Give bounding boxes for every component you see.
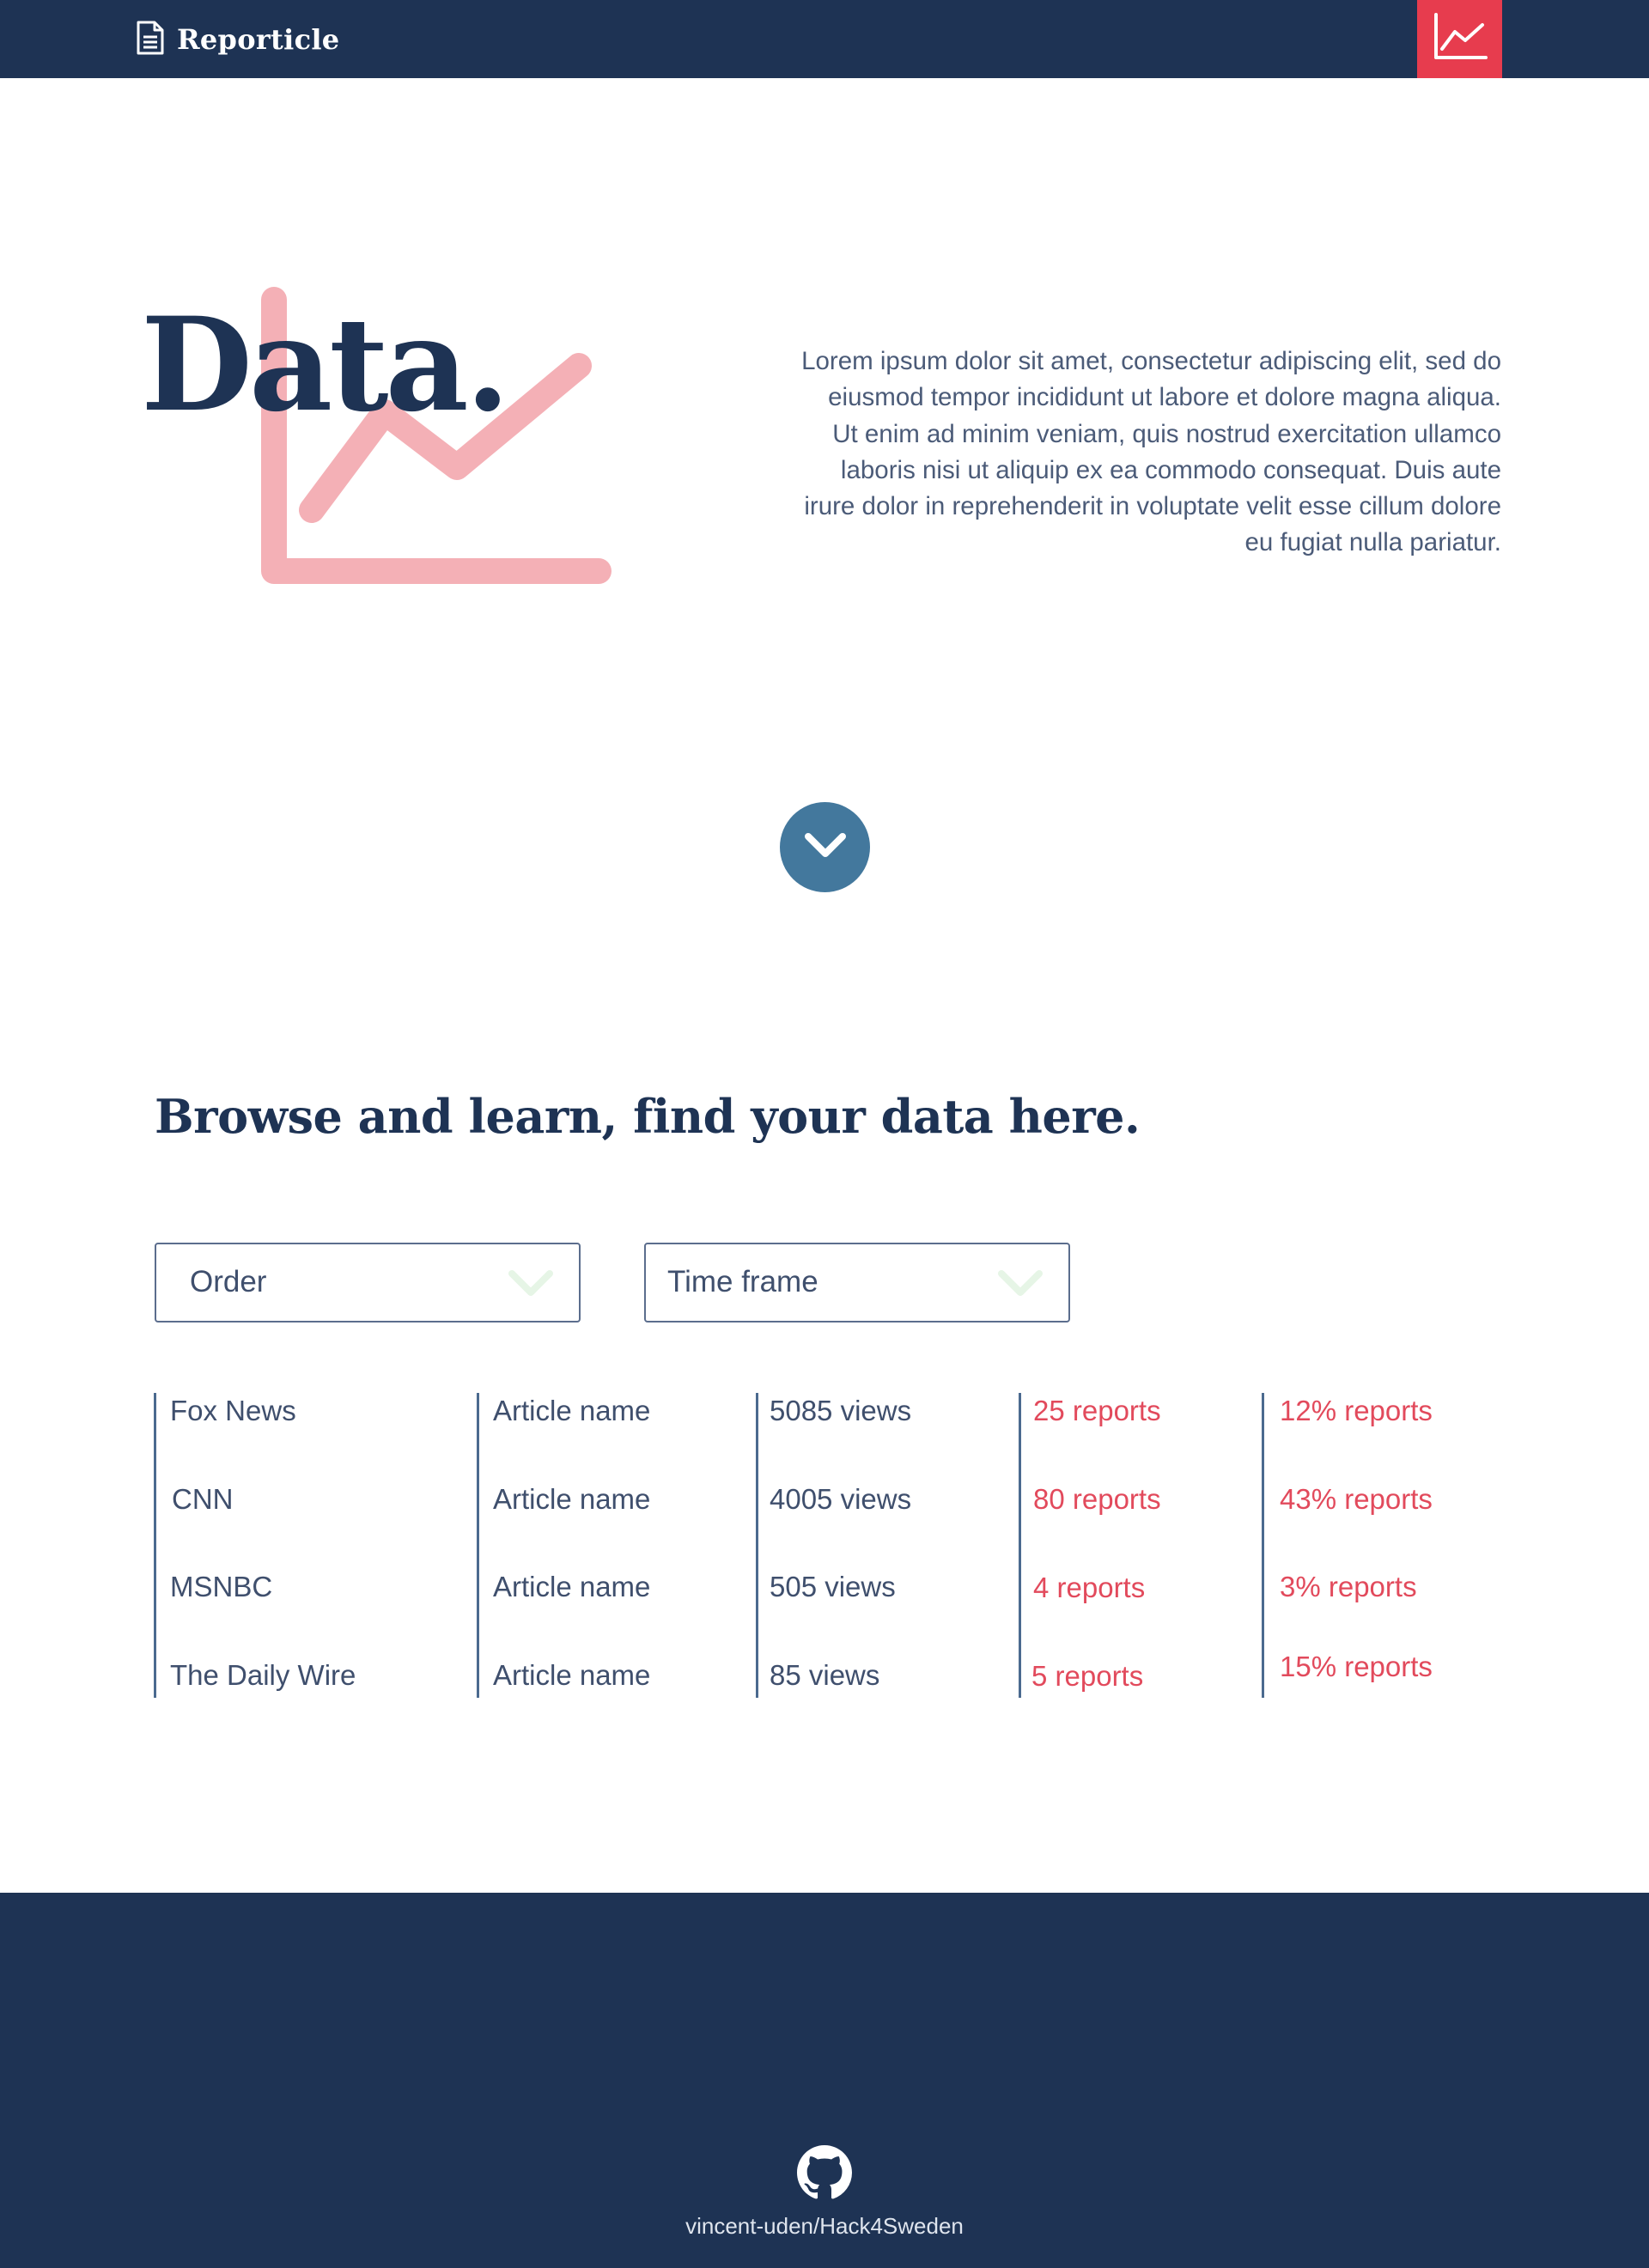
table-cell-views: 5085 views: [770, 1395, 912, 1426]
table-cell-views: 505 views: [770, 1571, 896, 1602]
order-select[interactable]: Order: [155, 1243, 581, 1322]
document-icon: [136, 21, 165, 59]
table-cell-reports: 4 reports: [1033, 1572, 1146, 1603]
browse-heading: Browse and learn, find your data here.: [155, 1089, 1141, 1144]
table-cell-percent: 15% reports: [1280, 1651, 1433, 1682]
table-cell-article[interactable]: Article name: [493, 1483, 650, 1516]
brand-link[interactable]: Reporticle: [136, 19, 339, 60]
table-cell-article[interactable]: Article name: [493, 1395, 650, 1427]
table-cell-article[interactable]: Article name: [493, 1659, 650, 1692]
table-cell-percent: 12% reports: [1280, 1395, 1433, 1426]
chart-nav-button[interactable]: [1417, 0, 1502, 78]
column-divider-article: [477, 1393, 479, 1698]
table-cell-reports: 80 reports: [1033, 1483, 1161, 1515]
table-cell-views: 85 views: [770, 1659, 880, 1691]
table-cell-source: CNN: [172, 1483, 234, 1515]
column-divider-reports: [1019, 1393, 1021, 1698]
timeframe-select-label: Time frame: [667, 1265, 818, 1298]
chevron-down-icon: [996, 1265, 1044, 1304]
table-cell-source: MSNBC: [170, 1571, 273, 1602]
timeframe-select[interactable]: Time frame: [644, 1243, 1070, 1322]
table-cell-reports: 25 reports: [1033, 1395, 1161, 1426]
table-cell-source: Fox News: [170, 1395, 296, 1426]
chevron-down-icon: [801, 828, 849, 866]
table-cell-article[interactable]: Article name: [493, 1571, 650, 1603]
github-repo-link[interactable]: vincent-uden/Hack4Sweden: [0, 2213, 1649, 2240]
table-cell-views: 4005 views: [770, 1483, 912, 1515]
brand-name: Reporticle: [177, 23, 340, 56]
footer: [0, 1893, 1649, 2268]
column-divider-source: [154, 1393, 156, 1698]
top-navbar: Reporticle: [0, 0, 1649, 78]
line-chart-icon: [1433, 13, 1488, 65]
github-icon[interactable]: [797, 2145, 852, 2200]
table-cell-reports: 5 reports: [1031, 1660, 1144, 1692]
scroll-down-button[interactable]: [780, 802, 870, 892]
column-divider-views: [756, 1393, 758, 1698]
column-divider-percent: [1262, 1393, 1264, 1698]
table-cell-percent: 3% reports: [1280, 1571, 1417, 1602]
order-select-label: Order: [190, 1265, 267, 1298]
table-cell-percent: 43% reports: [1280, 1483, 1433, 1515]
chevron-down-icon: [507, 1265, 555, 1304]
table-cell-source: The Daily Wire: [170, 1659, 356, 1691]
hero-title: Data.: [141, 289, 510, 441]
hero-description: Lorem ipsum dolor sit amet, consectetur …: [801, 347, 1501, 557]
